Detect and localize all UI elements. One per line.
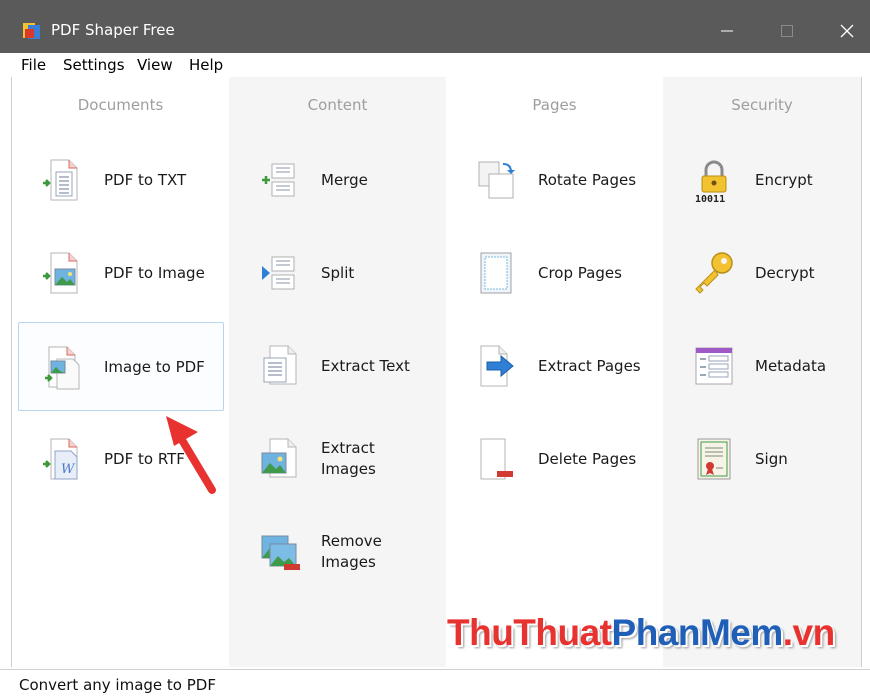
tool-label: PDF to Image (104, 263, 205, 282)
tool-label: Extract Pages (538, 356, 641, 375)
tool-encrypt[interactable]: 10011 Encrypt (670, 136, 860, 224)
column-security: Security 10011 Encrypt Decrypt Metadata … (663, 77, 861, 667)
menu-help[interactable]: Help (189, 56, 223, 74)
tool-delete-pages[interactable]: Delete Pages (453, 415, 658, 503)
tool-label: Delete Pages (538, 449, 637, 468)
pdf-to-image-icon (43, 252, 78, 294)
tool-image-to-pdf[interactable]: Image to PDF (18, 322, 224, 411)
watermark-part-3: .vn (782, 612, 835, 653)
annotation-arrow-icon (166, 416, 216, 494)
menu-view[interactable]: View (137, 56, 173, 74)
extract-images-icon (261, 438, 297, 478)
column-title-security: Security (731, 96, 793, 114)
close-icon (840, 24, 854, 38)
tool-label: Decrypt (755, 263, 815, 282)
column-pages: Pages Rotate Pages Crop Pages Extract Pa… (446, 77, 663, 667)
split-icon (262, 256, 295, 290)
column-documents: Documents PDF to TXT PDF to Image Image … (12, 77, 229, 667)
tool-panel: Documents PDF to TXT PDF to Image Image … (11, 77, 862, 667)
tool-pdf-to-txt[interactable]: PDF to TXT (19, 136, 224, 224)
tool-label: Encrypt (755, 170, 813, 189)
close-button[interactable] (824, 13, 870, 49)
metadata-icon (695, 347, 733, 385)
minimize-icon (721, 30, 733, 32)
svg-text:W: W (61, 462, 76, 477)
tool-label: Sign (755, 449, 788, 468)
title-bar: PDF Shaper Free (0, 0, 870, 53)
column-title-content: Content (307, 96, 368, 114)
tool-split[interactable]: Split (236, 229, 441, 317)
tool-label: Extract Text (321, 356, 410, 375)
certificate-icon (697, 438, 731, 480)
tool-metadata[interactable]: Metadata (670, 322, 860, 410)
column-title-documents: Documents (77, 96, 164, 114)
crop-pages-icon (480, 252, 512, 294)
menu-settings[interactable]: Settings (63, 56, 125, 74)
tool-crop-pages[interactable]: Crop Pages (453, 229, 658, 317)
remove-images-icon (261, 535, 300, 570)
tool-extract-text[interactable]: Extract Text (236, 322, 441, 410)
pdf-to-txt-icon (43, 159, 78, 201)
extract-pages-icon (480, 345, 514, 387)
status-text: Convert any image to PDF (19, 676, 216, 694)
column-title-pages: Pages (532, 96, 577, 114)
pdf-to-rtf-icon: W (43, 438, 78, 480)
maximize-icon (781, 25, 793, 37)
tool-merge[interactable]: Merge (236, 136, 441, 224)
extract-text-icon (263, 345, 297, 385)
tool-pdf-to-image[interactable]: PDF to Image (19, 229, 224, 317)
tool-label: Metadata (755, 356, 827, 375)
tool-label: Remove Images (321, 532, 382, 571)
tool-label: Split (321, 263, 355, 282)
tool-label: Image to PDF (104, 357, 205, 376)
tool-sign[interactable]: Sign (670, 415, 860, 503)
key-icon (695, 252, 733, 294)
padlock-icon: 10011 (695, 160, 727, 204)
encrypt-digits: 10011 (695, 194, 725, 204)
watermark-logo: ThuThuatPhanMem.vn (447, 612, 835, 654)
menu-file[interactable]: File (21, 56, 46, 74)
minimize-button[interactable] (704, 13, 750, 49)
tool-extract-images[interactable]: Extract Images (236, 415, 441, 503)
tool-label: Merge (321, 170, 368, 189)
tool-label: PDF to TXT (104, 170, 187, 189)
status-bar: Convert any image to PDF (0, 669, 870, 699)
delete-pages-icon (480, 438, 513, 480)
column-content: Content Merge Split Extract Text Extract… (229, 77, 446, 667)
window-title: PDF Shaper Free (51, 21, 175, 39)
merge-icon (262, 163, 295, 197)
tool-remove-images[interactable]: Remove Images (236, 508, 441, 596)
tool-extract-pages[interactable]: Extract Pages (453, 322, 658, 410)
tool-label: Extract Images (321, 439, 376, 478)
tool-label: Rotate Pages (538, 170, 637, 189)
tool-rotate-pages[interactable]: Rotate Pages (453, 136, 658, 224)
watermark-part-1: ThuThuat (447, 612, 612, 653)
tool-label: Crop Pages (538, 263, 622, 282)
watermark-part-2: PhanMem (611, 612, 784, 653)
maximize-button[interactable] (764, 13, 810, 49)
rotate-pages-icon (478, 161, 515, 199)
tool-decrypt[interactable]: Decrypt (670, 229, 860, 317)
image-to-pdf-icon (45, 346, 80, 390)
menu-bar: File Settings View Help (0, 53, 870, 77)
app-icon (23, 23, 40, 39)
